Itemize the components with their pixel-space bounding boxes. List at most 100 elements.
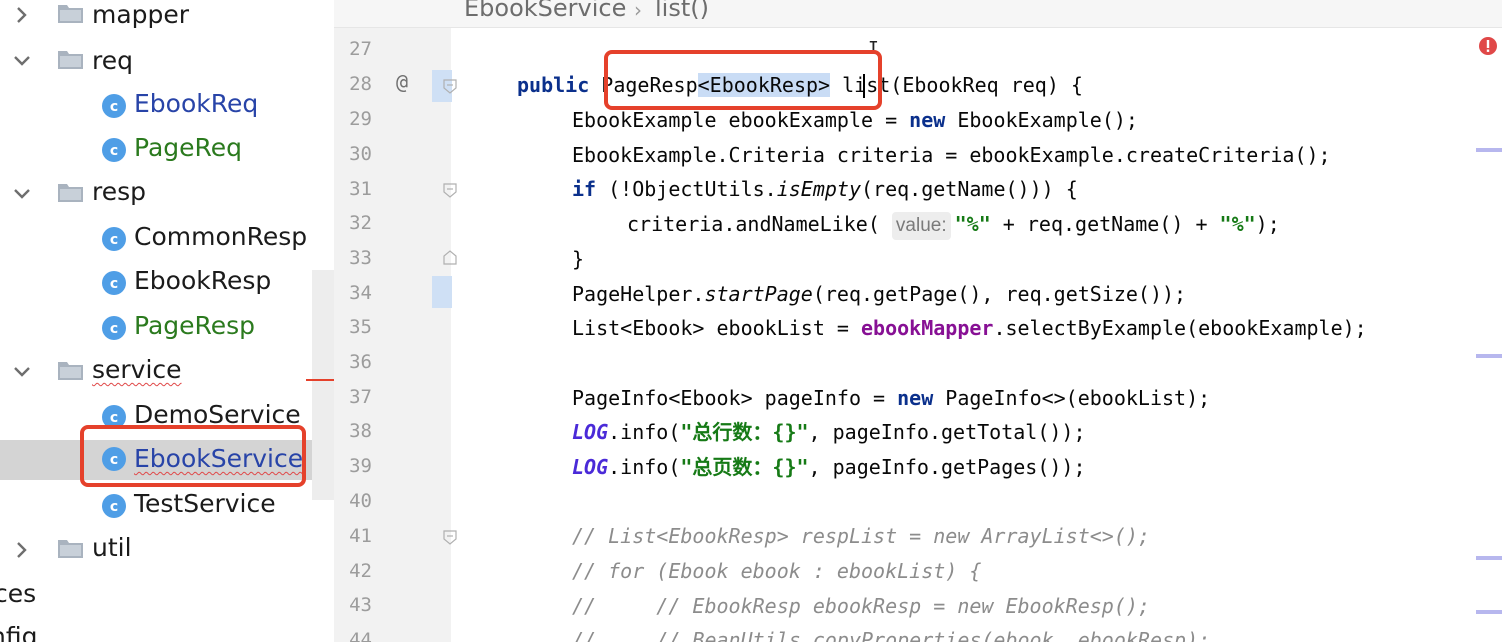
code-line-35[interactable]: List<Ebook> ebookList = ebookMapper.sele…	[572, 314, 1367, 342]
code-token: EbookExample();	[945, 108, 1138, 132]
chevron-right-icon[interactable]	[10, 538, 34, 562]
code-line-29[interactable]: EbookExample ebookExample = new EbookExa…	[572, 106, 1138, 134]
tree-item-resources[interactable]: ces	[0, 577, 334, 621]
scroll-marker[interactable]	[1476, 148, 1502, 152]
code-line-30[interactable]: EbookExample.Criteria criteria = ebookEx…	[572, 141, 1331, 169]
chevron-right-icon[interactable]	[10, 3, 34, 27]
line-number: 44	[349, 629, 372, 642]
code-token: EbookExample ebookExample =	[572, 108, 910, 132]
code-token: , pageInfo.getTotal());	[808, 420, 1086, 444]
code-line-44[interactable]: // // BeanUtils.copyProperties(ebook, eb…	[572, 626, 1210, 642]
code-line-39[interactable]: LOG.info("总页数：{}", pageInfo.getPages());	[572, 453, 1086, 481]
tree-item-pagereq[interactable]: c PageReq	[0, 133, 334, 177]
fold-icon[interactable]	[442, 78, 458, 94]
code-token: criteria.andNameLike(	[627, 212, 880, 236]
line-number: 28	[349, 73, 372, 95]
tree-item-mapper[interactable]: mapper	[0, 0, 334, 44]
code-line-43[interactable]: // // EbookResp ebookResp = new EbookRes…	[572, 592, 1150, 620]
tree-item-config[interactable]: nfig	[0, 620, 334, 642]
project-tree: mapper req c EbookReq c PageReq resp c C…	[0, 0, 334, 642]
line-number: 39	[349, 455, 372, 477]
tree-item-label: EbookReq	[134, 89, 259, 118]
fold-icon[interactable]	[442, 529, 458, 545]
breadcrumb-method[interactable]: list()	[655, 0, 709, 22]
tree-item-label: service	[92, 355, 182, 384]
code-token: public	[517, 73, 590, 97]
code-line-33[interactable]: }	[572, 245, 584, 273]
line-number: 38	[349, 420, 372, 442]
tree-item-label: ces	[0, 579, 37, 608]
tree-item-req[interactable]: req	[0, 44, 334, 88]
line-number: 43	[349, 594, 372, 616]
tree-item-ebookreq[interactable]: c EbookReq	[0, 89, 334, 133]
line-number: 34	[349, 282, 372, 304]
tree-item-label: EbookResp	[134, 266, 272, 295]
code-token: PageInfo<Ebook> pageInfo =	[572, 386, 898, 410]
breadcrumb: EbookService › list()	[334, 0, 1502, 28]
code-token: EbookExample.Criteria criteria = ebookEx…	[572, 143, 1331, 167]
code-token: "%"	[1219, 212, 1256, 236]
code-line-37[interactable]: PageInfo<Ebook> pageInfo = new PageInfo<…	[572, 384, 1210, 412]
breadcrumb-separator-icon: ›	[634, 0, 642, 22]
tree-item-commonresp[interactable]: c CommonResp	[0, 222, 334, 266]
gutter-change-marker	[432, 276, 452, 308]
tree-item-ebookresp[interactable]: c EbookResp	[0, 266, 334, 310]
breadcrumb-class[interactable]: EbookService	[464, 0, 626, 22]
code-token: PageHelper.	[572, 282, 705, 306]
override-marker-icon[interactable]: @	[396, 70, 408, 94]
annotation-box-code	[604, 50, 882, 110]
folder-icon	[58, 5, 83, 23]
scroll-marker[interactable]	[1476, 354, 1502, 358]
chevron-down-icon[interactable]	[10, 360, 34, 384]
line-number: 31	[349, 178, 372, 200]
code-token: "总页数：{}"	[680, 455, 809, 479]
code-editor[interactable]: EbookService › list() @ 27 28 29 30 31 3…	[334, 0, 1502, 642]
scroll-marker[interactable]	[1476, 556, 1502, 560]
code-token: (!ObjectUtils.	[596, 177, 777, 201]
code-token: if	[572, 177, 597, 201]
class-icon: c	[102, 494, 126, 518]
class-icon: c	[102, 227, 126, 251]
error-icon[interactable]	[1478, 36, 1498, 56]
annotation-box-tree	[80, 425, 306, 487]
fold-end-icon[interactable]	[442, 250, 458, 266]
fold-icon[interactable]	[442, 182, 458, 198]
code-line-34[interactable]: PageHelper.startPage(req.getPage(), req.…	[572, 280, 1186, 308]
chevron-down-icon[interactable]	[10, 182, 34, 206]
code-token: (req.getPage(), req.getSize());	[812, 282, 1187, 306]
code-line-38[interactable]: LOG.info("总行数：{}", pageInfo.getTotal());	[572, 418, 1086, 446]
annotation-line	[306, 379, 334, 381]
tree-item-pageresp[interactable]: c PageResp	[0, 311, 334, 355]
folder-icon	[58, 540, 83, 558]
code-token: , pageInfo.getPages());	[808, 455, 1086, 479]
code-token: .selectByExample(ebookExample);	[993, 316, 1367, 340]
tree-item-label: util	[92, 533, 132, 562]
tree-item-service[interactable]: service	[0, 355, 334, 399]
line-number: 27	[349, 38, 372, 60]
code-line-31[interactable]: if (!ObjectUtils.isEmpty(req.getName()))…	[572, 175, 1078, 203]
line-number: 30	[349, 143, 372, 165]
code-line-32[interactable]: criteria.andNameLike( value: "%" + req.ge…	[627, 210, 1280, 240]
code-line-42[interactable]: // for (Ebook ebook : ebookList) {	[572, 557, 981, 585]
class-icon: c	[102, 94, 126, 118]
code-token: "总行数：{}"	[680, 420, 809, 444]
tree-item-label: req	[92, 46, 133, 75]
chevron-down-icon[interactable]	[10, 49, 34, 73]
tree-item-util[interactable]: util	[0, 533, 334, 577]
tree-item-testservice[interactable]: c TestService	[0, 489, 334, 533]
tree-item-label: PageResp	[134, 311, 256, 340]
tree-item-resp[interactable]: resp	[0, 177, 334, 221]
folder-icon	[58, 51, 83, 69]
scroll-marker[interactable]	[1476, 610, 1502, 614]
tree-item-label: TestService	[134, 489, 276, 518]
line-number: 29	[349, 108, 372, 130]
line-number: 41	[349, 525, 372, 547]
code-token: List<Ebook> ebookList =	[572, 316, 861, 340]
svg-text:c: c	[110, 99, 118, 115]
line-number: 42	[349, 560, 372, 582]
code-token: new	[897, 386, 934, 410]
code-line-41[interactable]: // List<EbookResp> respList = new ArrayL…	[572, 522, 1150, 550]
code-token: .info(	[608, 420, 681, 444]
line-number: 36	[349, 351, 372, 373]
tree-item-label: mapper	[92, 0, 190, 29]
